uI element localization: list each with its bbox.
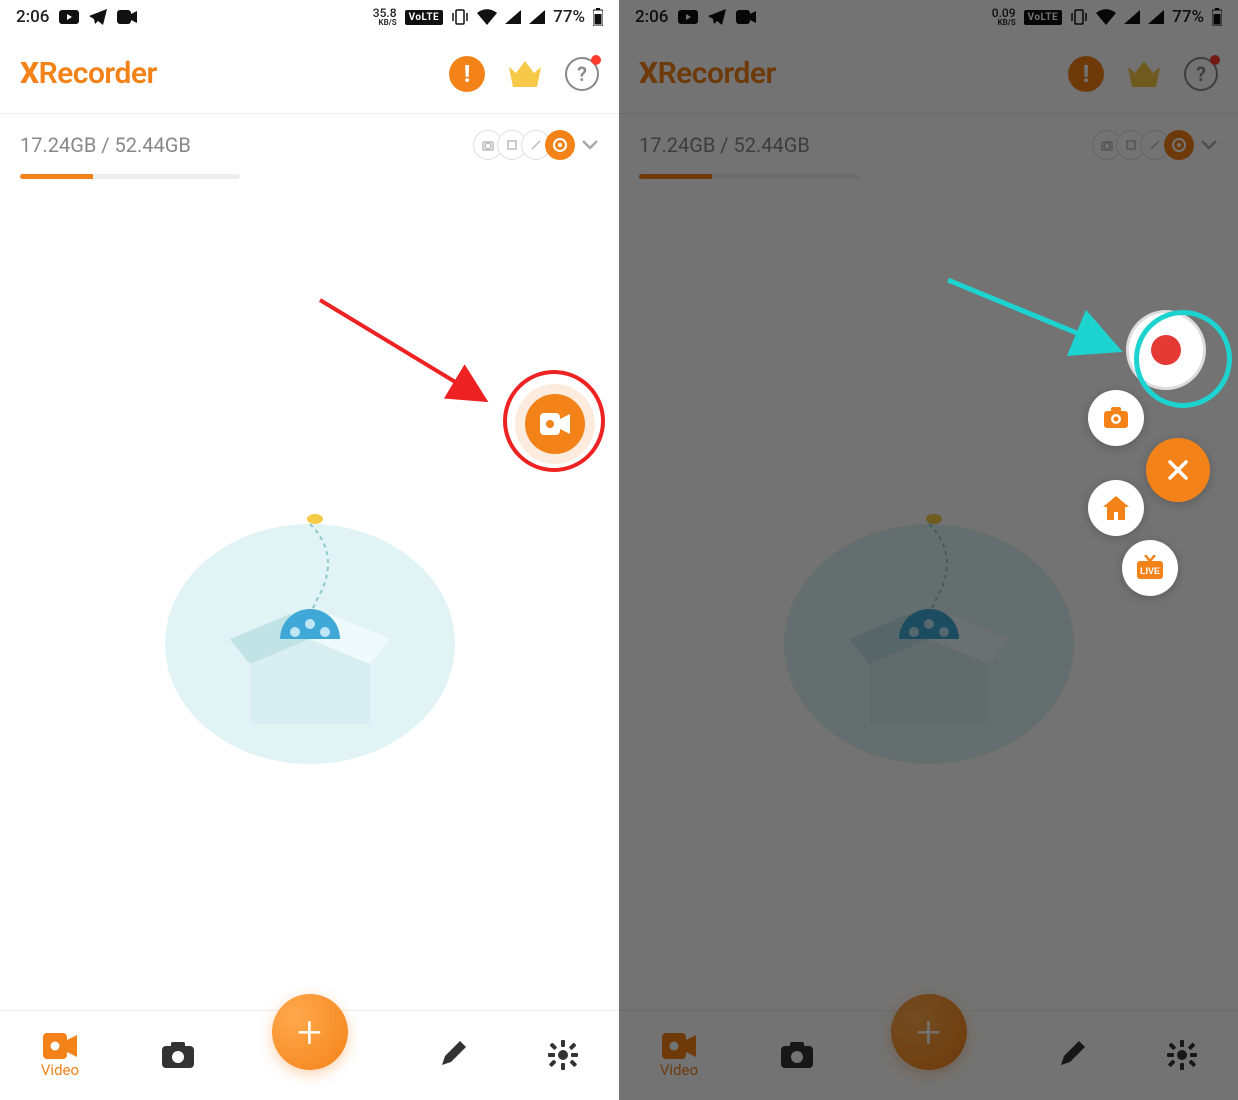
- fab-add-button[interactable]: +: [891, 994, 967, 1070]
- annotation-circle-red: [503, 370, 605, 472]
- storage-bar: [20, 174, 240, 179]
- nav-edit[interactable]: [438, 1041, 466, 1071]
- fab-add-button[interactable]: +: [272, 994, 348, 1070]
- app-title: XRecorder: [639, 56, 776, 91]
- chevron-down-icon[interactable]: [581, 136, 599, 155]
- crown-icon[interactable]: [507, 59, 543, 89]
- battery-icon: [593, 8, 603, 26]
- volte-badge: VoLTE: [1024, 10, 1063, 25]
- overlay-home-button[interactable]: [1088, 480, 1144, 536]
- app-header: XRecorder ! ?: [619, 34, 1238, 114]
- battery-text: 77%: [1172, 7, 1204, 27]
- overlay-screenshot-button[interactable]: [1088, 390, 1144, 446]
- signal-icon: [505, 10, 521, 24]
- videocam-icon: [117, 10, 137, 24]
- storage-row: 17.24GB / 52.44GB: [0, 114, 619, 168]
- battery-text: 77%: [553, 7, 585, 27]
- empty-state-illustration: [160, 464, 460, 768]
- crown-icon[interactable]: [1126, 59, 1162, 89]
- storage-text: 17.24GB / 52.44GB: [639, 133, 810, 157]
- volte-badge: VoLTE: [405, 10, 444, 25]
- bottom-nav: Video +: [0, 1010, 619, 1100]
- nav-video[interactable]: Video: [660, 1033, 698, 1079]
- help-button[interactable]: ?: [565, 57, 599, 91]
- bottom-nav: Video +: [619, 1010, 1238, 1100]
- signal-icon-2: [1148, 10, 1164, 24]
- storage-text: 17.24GB / 52.44GB: [20, 133, 191, 157]
- storage-fill: [20, 174, 93, 179]
- signal-icon-2: [529, 10, 545, 24]
- notification-dot: [591, 55, 601, 65]
- app-header: XRecorder ! ?: [0, 34, 619, 114]
- network-speed: 0.09KB/S: [992, 7, 1016, 27]
- vibrate-icon: [451, 8, 469, 26]
- nav-video-label: Video: [660, 1061, 698, 1079]
- storage-bar: [639, 174, 859, 179]
- recording-tools: [479, 130, 599, 160]
- telegram-icon: [708, 9, 726, 25]
- annotation-arrow-cyan: [938, 270, 1138, 380]
- alert-button[interactable]: !: [449, 56, 485, 92]
- youtube-icon: [59, 10, 79, 24]
- storage-fill: [639, 174, 712, 179]
- alert-button[interactable]: !: [1068, 56, 1104, 92]
- help-button[interactable]: ?: [1184, 57, 1218, 91]
- annotation-arrow-red: [310, 290, 510, 430]
- telegram-icon: [89, 9, 107, 25]
- nav-photo[interactable]: [161, 1041, 195, 1071]
- tool-record-icon[interactable]: [1164, 130, 1194, 160]
- wifi-icon: [477, 9, 497, 25]
- overlay-live-button[interactable]: LIVE: [1122, 540, 1178, 596]
- status-time: 2:06: [16, 7, 49, 27]
- videocam-icon: [736, 10, 756, 24]
- screenshot-left: 2:06 35.8KB/S VoLTE: [0, 0, 619, 1100]
- signal-icon: [1124, 10, 1140, 24]
- nav-video[interactable]: Video: [41, 1033, 79, 1079]
- battery-icon: [1212, 8, 1222, 26]
- nav-edit[interactable]: [1057, 1041, 1085, 1071]
- recording-tools: [1098, 130, 1218, 160]
- nav-settings[interactable]: [548, 1040, 578, 1072]
- annotation-circle-cyan: [1134, 310, 1232, 408]
- status-bar: 2:06 35.8KB/S VoLTE: [0, 0, 619, 34]
- youtube-icon: [678, 10, 698, 24]
- network-speed: 35.8KB/S: [373, 7, 397, 27]
- screenshot-right: 2:06 0.09KB/S VoLTE 77% XRecorder ! ? 17…: [619, 0, 1238, 1100]
- svg-text:LIVE: LIVE: [1140, 566, 1160, 576]
- notification-dot: [1210, 55, 1220, 65]
- nav-photo[interactable]: [780, 1041, 814, 1071]
- wifi-icon: [1096, 9, 1116, 25]
- storage-row: 17.24GB / 52.44GB: [619, 114, 1238, 168]
- status-bar: 2:06 0.09KB/S VoLTE 77%: [619, 0, 1238, 34]
- app-title: XRecorder: [20, 56, 157, 91]
- overlay-close-button[interactable]: [1146, 438, 1210, 502]
- vibrate-icon: [1070, 8, 1088, 26]
- nav-settings[interactable]: [1167, 1040, 1197, 1072]
- nav-video-label: Video: [41, 1061, 79, 1079]
- tool-record-icon[interactable]: [545, 130, 575, 160]
- status-time: 2:06: [635, 7, 668, 27]
- empty-state-illustration: [779, 464, 1079, 768]
- chevron-down-icon[interactable]: [1200, 136, 1218, 155]
